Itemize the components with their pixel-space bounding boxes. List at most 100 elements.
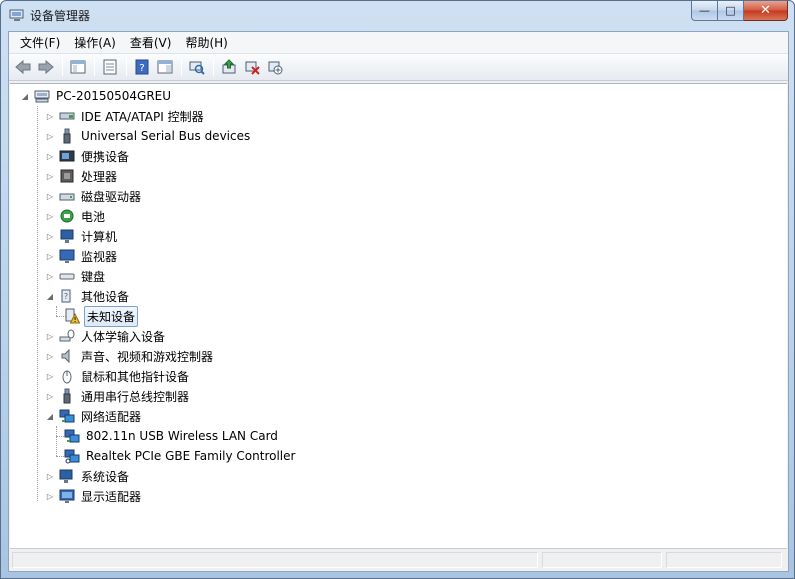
tree-item-label: 网络适配器 — [81, 409, 142, 424]
client-area: 文件(F) 操作(A) 查看(V) 帮助(H) ? ◢ PC-20150504G… — [8, 31, 789, 572]
tree-item-mouse[interactable]: ▷ 鼠标和其他指针设备 — [10, 366, 787, 386]
scan-hardware-changes-icon[interactable] — [186, 56, 208, 78]
menu-action[interactable]: 操作(A) — [67, 32, 123, 53]
tree-item-label: IDE ATA/ATAPI 控制器 — [81, 109, 204, 124]
tree-item-disk[interactable]: ▷ 磁盘驱动器 — [10, 186, 787, 206]
disable-device-icon[interactable] — [264, 56, 286, 78]
portable-device-icon — [59, 148, 75, 164]
other-devices-icon: ? — [59, 288, 75, 304]
tree-item-label: 显示适配器 — [81, 489, 142, 504]
tree-item-wireless-lan[interactable]: 802.11n USB Wireless LAN Card — [10, 426, 787, 446]
expand-icon[interactable]: ▷ — [45, 351, 55, 361]
expand-icon[interactable]: ▷ — [45, 391, 55, 401]
expand-icon[interactable]: ▷ — [45, 211, 55, 221]
tree-item-label: 键盘 — [81, 269, 106, 284]
tree-item-other-devices[interactable]: ◢ ? 其他设备 — [10, 286, 787, 306]
expand-icon[interactable]: ▷ — [45, 491, 55, 501]
usb-device-icon — [59, 128, 75, 144]
tree-item-unknown-device[interactable]: 未知设备 — [10, 305, 787, 327]
toolbar-separator — [62, 58, 63, 76]
expand-icon[interactable]: ▷ — [45, 331, 55, 341]
expand-icon[interactable]: ▷ — [45, 151, 55, 161]
svg-text:?: ? — [64, 292, 68, 301]
tree-item-label: 监视器 — [81, 249, 118, 264]
expand-icon[interactable]: ▷ — [45, 471, 55, 481]
expand-icon[interactable]: ▷ — [45, 191, 55, 201]
tree-item-label: 处理器 — [81, 169, 118, 184]
expand-icon[interactable]: ▷ — [45, 131, 55, 141]
tree-item-network[interactable]: ◢ 网络适配器 — [10, 406, 787, 426]
tree-root[interactable]: ◢ PC-20150504GREU — [10, 86, 787, 106]
expand-icon[interactable]: ▷ — [45, 251, 55, 261]
tree-item-usb-devices[interactable]: ▷ Universal Serial Bus devices — [10, 126, 787, 146]
hid-icon — [59, 328, 75, 344]
tree-item-label: 鼠标和其他指针设备 — [81, 369, 190, 384]
menu-file[interactable]: 文件(F) — [13, 32, 67, 53]
tree-item-usb-controller[interactable]: ▷ 通用串行总线控制器 — [10, 386, 787, 406]
status-bar — [10, 548, 787, 570]
title-bar[interactable]: 设备管理器 — □ ✕ — [1, 1, 794, 31]
minimize-button[interactable]: — — [691, 1, 718, 21]
update-driver-icon[interactable] — [218, 56, 240, 78]
menu-view[interactable]: 查看(V) — [123, 32, 179, 53]
tree-item-processor[interactable]: ▷ 处理器 — [10, 166, 787, 186]
svg-text:?: ? — [139, 63, 144, 74]
show-hide-console-tree-icon[interactable] — [67, 56, 89, 78]
tree-item-battery[interactable]: ▷ 电池 — [10, 206, 787, 226]
tree-item-label: 人体学输入设备 — [81, 329, 166, 344]
properties-icon[interactable] — [99, 56, 121, 78]
expand-icon[interactable]: ▷ — [45, 171, 55, 181]
collapse-icon[interactable]: ◢ — [20, 91, 30, 101]
close-button[interactable]: ✕ — [744, 1, 788, 21]
tree-item-computer[interactable]: ▷ 计算机 — [10, 226, 787, 246]
disk-drive-icon — [59, 188, 75, 204]
tree-item-portable[interactable]: ▷ 便携设备 — [10, 146, 787, 166]
mouse-icon — [59, 368, 75, 384]
computer-root-icon — [34, 88, 50, 104]
tree-item-label: Universal Serial Bus devices — [81, 129, 251, 143]
toolbar-separator — [213, 58, 214, 76]
tree-item-realtek[interactable]: Realtek PCIe GBE Family Controller — [10, 446, 787, 466]
tree-item-display[interactable]: ▷ 显示适配器 — [10, 486, 787, 506]
network-adapter-icon — [59, 408, 75, 424]
collapse-icon[interactable]: ◢ — [45, 411, 55, 421]
tree-item-label: 声音、视频和游戏控制器 — [81, 349, 214, 364]
toolbar-separator — [94, 58, 95, 76]
usb-controller-icon — [59, 388, 75, 404]
help-icon[interactable]: ? — [131, 56, 153, 78]
forward-arrow-icon[interactable] — [35, 56, 57, 78]
sound-icon — [59, 348, 75, 364]
tree-item-label: 电池 — [81, 209, 106, 224]
system-device-icon — [59, 468, 75, 484]
action-pane-icon[interactable] — [154, 56, 176, 78]
status-pane — [12, 552, 538, 568]
tree-item-label: 其他设备 — [81, 289, 130, 304]
computer-icon — [59, 228, 75, 244]
tree-item-monitor[interactable]: ▷ 监视器 — [10, 246, 787, 266]
tree-item-keyboard[interactable]: ▷ 键盘 — [10, 266, 787, 286]
expand-icon[interactable]: ▷ — [45, 231, 55, 241]
toolbar-separator — [126, 58, 127, 76]
ide-controller-icon — [59, 108, 75, 124]
tree-item-label: 未知设备 — [84, 305, 139, 327]
device-manager-window: 设备管理器 — □ ✕ 文件(F) 操作(A) 查看(V) 帮助(H) ? ◢ … — [0, 0, 795, 579]
device-tree: ◢ PC-20150504GREU ▷ IDE ATA/ATAPI 控制器 ▷ — [10, 84, 787, 506]
tree-item-system[interactable]: ▷ 系统设备 — [10, 466, 787, 486]
tree-item-label: 通用串行总线控制器 — [81, 389, 190, 404]
expand-icon[interactable]: ▷ — [45, 371, 55, 381]
device-tree-pane[interactable]: ◢ PC-20150504GREU ▷ IDE ATA/ATAPI 控制器 ▷ — [10, 83, 787, 549]
tree-item-ide[interactable]: ▷ IDE ATA/ATAPI 控制器 — [10, 106, 787, 126]
tree-item-sound[interactable]: ▷ 声音、视频和游戏控制器 — [10, 346, 787, 366]
expand-icon[interactable]: ▷ — [45, 271, 55, 281]
tree-item-label: 系统设备 — [81, 469, 130, 484]
menu-help[interactable]: 帮助(H) — [178, 32, 234, 53]
back-arrow-icon[interactable] — [12, 56, 34, 78]
uninstall-icon[interactable] — [241, 56, 263, 78]
tree-item-label: 磁盘驱动器 — [81, 189, 142, 204]
collapse-icon[interactable]: ◢ — [45, 291, 55, 301]
tree-item-hid[interactable]: ▷ 人体学输入设备 — [10, 326, 787, 346]
expand-icon[interactable]: ▷ — [45, 111, 55, 121]
maximize-button[interactable]: □ — [718, 1, 744, 21]
tree-item-label: 计算机 — [81, 229, 118, 244]
keyboard-icon — [59, 268, 75, 284]
